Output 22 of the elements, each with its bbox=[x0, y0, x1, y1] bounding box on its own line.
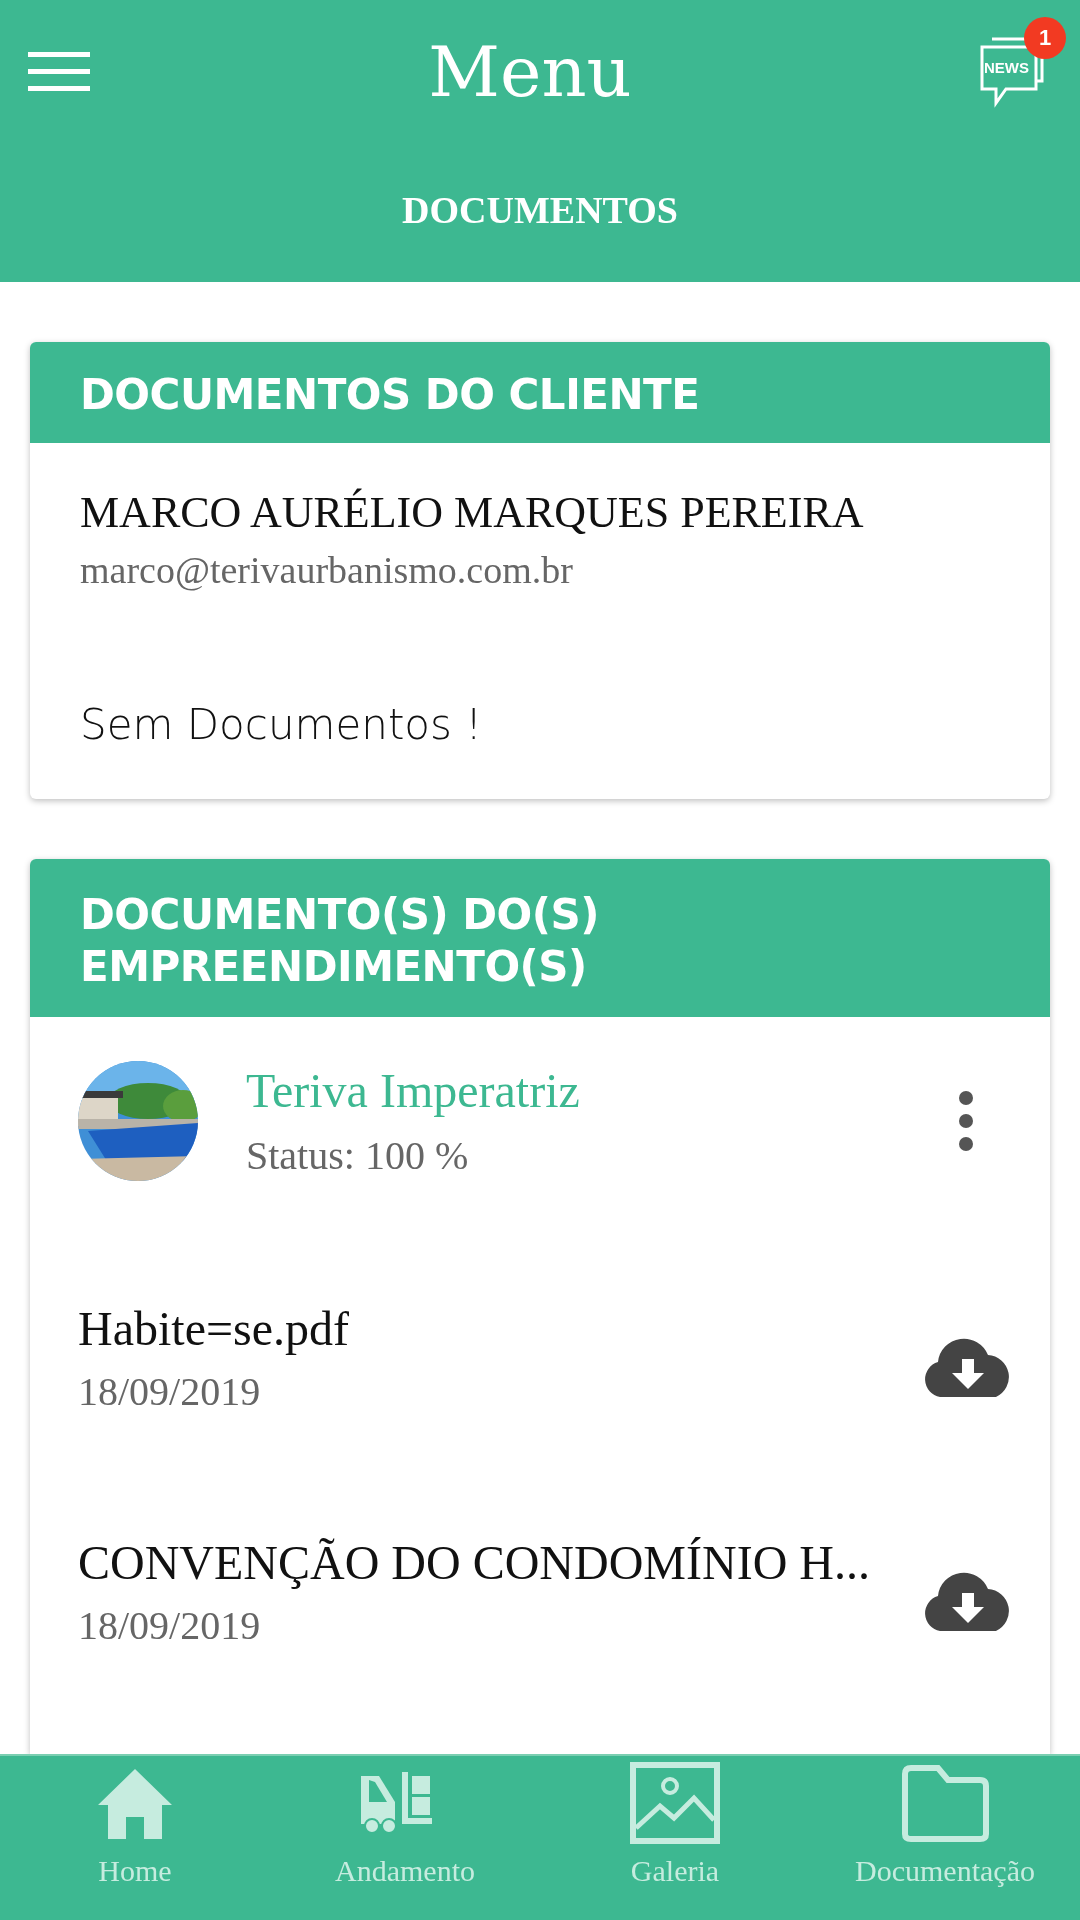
nav-tab[interactable]: Galeria bbox=[540, 1756, 810, 1920]
news-button[interactable]: NEWS 1 bbox=[970, 17, 1066, 113]
file-name: CONVENÇÃO DO CONDOMÍNIO H... bbox=[78, 1535, 871, 1590]
folder-icon bbox=[900, 1762, 990, 1844]
client-name: MARCO AURÉLIO MARQUES PEREIRA bbox=[80, 487, 865, 538]
more-options-icon[interactable] bbox=[958, 1090, 974, 1152]
card-header: DOCUMENTO(S) DO(S) EMPREENDIMENTO(S) bbox=[30, 859, 1050, 1017]
project-name[interactable]: Teriva Imperatriz bbox=[246, 1063, 580, 1118]
project-status: Status: 100 % bbox=[246, 1132, 470, 1179]
image-icon bbox=[630, 1762, 720, 1844]
section-title: DOCUMENTOS bbox=[402, 188, 678, 232]
card-header: DOCUMENTOS DO CLIENTE bbox=[30, 342, 1050, 443]
notification-badge: 1 bbox=[1024, 17, 1066, 59]
nav-tab[interactable]: Andamento bbox=[270, 1756, 540, 1920]
client-email: marco@terivaurbanismo.com.br bbox=[80, 548, 574, 592]
file-date: 18/09/2019 bbox=[78, 1368, 262, 1415]
nav-tab[interactable]: Documentação bbox=[810, 1756, 1080, 1920]
file-name: Habite=se.pdf bbox=[78, 1301, 350, 1356]
empty-message: Sem Documentos ! bbox=[80, 700, 484, 749]
nav-tab[interactable]: Home bbox=[0, 1756, 270, 1920]
page-title: Menu bbox=[428, 31, 632, 113]
file-date: 18/09/2019 bbox=[78, 1602, 262, 1649]
